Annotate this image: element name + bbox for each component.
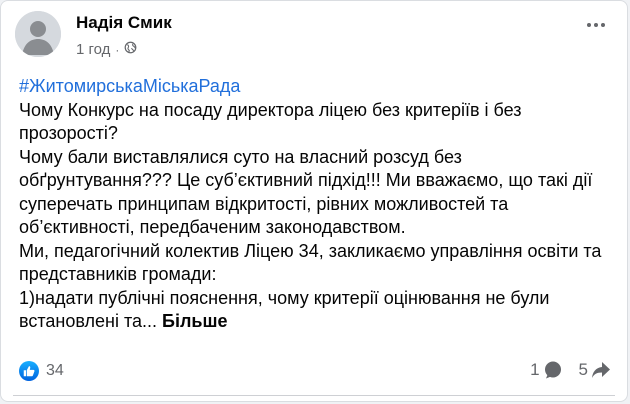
comments-link[interactable]: 1 [530, 360, 562, 380]
post-body: #ЖитомирськаМіськаРада Чому Конкурс на п… [19, 75, 619, 334]
hashtag-link[interactable]: #ЖитомирськаМіськаРада [19, 75, 619, 99]
more-dot-icon [594, 23, 598, 27]
post-paragraph: Чому бали виставлялися суто на власний р… [19, 146, 593, 238]
meta-separator: · [115, 42, 120, 57]
footer-divider [13, 395, 615, 396]
reactions-summary[interactable]: 34 [19, 361, 64, 381]
more-dot-icon [587, 23, 591, 27]
shares-link[interactable]: 5 [579, 360, 611, 380]
avatar[interactable] [15, 11, 61, 57]
comment-icon [544, 361, 561, 379]
author-name[interactable]: Надія Смик [76, 13, 172, 33]
post-paragraph: Ми, педагогічний колектив Ліцею 34, закл… [19, 240, 602, 285]
see-more-link[interactable]: Більше [162, 311, 227, 331]
shares-count: 5 [578, 360, 588, 379]
default-avatar-icon [15, 11, 61, 57]
post-paragraph: 1)надати публічні пояснення, чому критер… [19, 287, 619, 334]
post-paragraph: Чому Конкурс на посаду директора ліцею б… [19, 99, 522, 144]
post-paragraph-text: 1)надати публічні пояснення, чому критер… [19, 287, 550, 332]
more-options-button[interactable] [587, 23, 605, 27]
post-card: Надія Смик 1 год · #ЖитомирськаМіськаРад… [0, 0, 628, 402]
share-icon [592, 362, 610, 378]
comments-count: 1 [530, 360, 540, 379]
post-meta: 1 год · [76, 41, 137, 58]
reactions-count: 34 [46, 362, 64, 379]
more-dot-icon [601, 23, 605, 27]
like-icon [19, 361, 39, 381]
engagement-stats: 1 5 [530, 360, 611, 380]
globe-icon[interactable] [124, 41, 137, 58]
post-time[interactable]: 1 год [76, 41, 110, 58]
